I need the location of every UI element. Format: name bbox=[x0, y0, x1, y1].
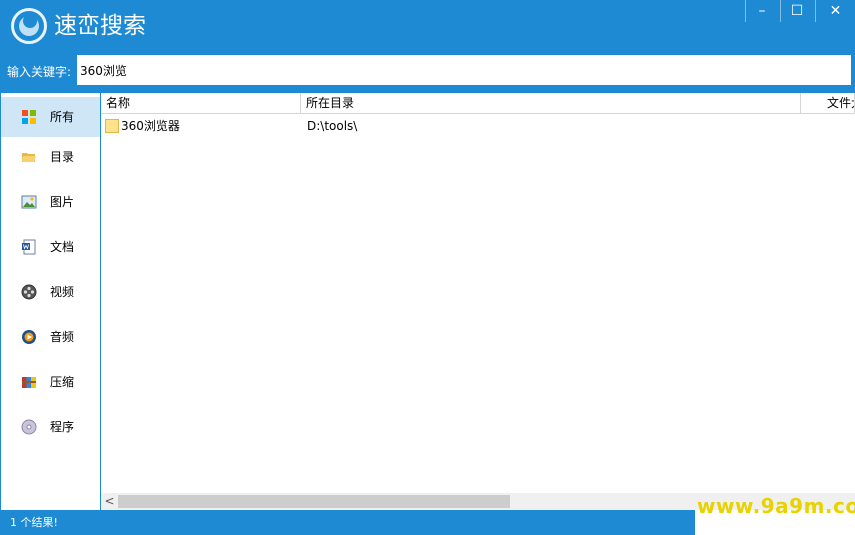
app-logo-icon bbox=[11, 8, 47, 44]
column-header-name[interactable]: 名称 bbox=[101, 93, 301, 113]
video-icon bbox=[21, 284, 37, 300]
column-header-directory[interactable]: 所在目录 bbox=[301, 93, 801, 113]
result-directory: D:\tools\ bbox=[307, 119, 358, 133]
sidebar-item-label: 视频 bbox=[50, 285, 75, 299]
sidebar-item-label: 文档 bbox=[50, 240, 75, 254]
sidebar-item-label: 压缩 bbox=[50, 375, 75, 389]
results-header: 名称 所在目录 文件大 bbox=[101, 93, 855, 114]
sidebar-item-label: 图片 bbox=[50, 195, 75, 209]
sidebar-item-program[interactable]: 程序 bbox=[1, 407, 100, 447]
close-button[interactable]: ✕ bbox=[815, 0, 855, 22]
maximize-button[interactable]: ☐ bbox=[780, 0, 813, 22]
document-icon bbox=[22, 239, 36, 255]
app-title: 速峦搜索 bbox=[54, 13, 146, 39]
sidebar-item-folder[interactable]: 目录 bbox=[1, 137, 100, 177]
all-icon bbox=[22, 110, 36, 124]
search-label: 输入关键字: bbox=[7, 65, 72, 79]
sidebar-item-audio[interactable]: 音频 bbox=[1, 317, 100, 357]
sidebar-item-archive[interactable]: 压缩 bbox=[1, 362, 100, 402]
image-icon bbox=[21, 195, 37, 209]
scroll-left-icon[interactable]: < bbox=[101, 493, 118, 510]
sidebar-item-label: 所有 bbox=[50, 110, 75, 124]
status-bar: 1 个结果! bbox=[0, 510, 695, 535]
table-row[interactable]: 360浏览器 D:\tools\ bbox=[101, 117, 855, 135]
result-name: 360浏览器 bbox=[121, 119, 180, 133]
minimize-button[interactable]: – bbox=[745, 0, 778, 22]
sidebar-item-all[interactable]: 所有 bbox=[1, 97, 100, 137]
sidebar-item-image[interactable]: 图片 bbox=[1, 182, 100, 222]
sidebar-item-label: 音频 bbox=[50, 330, 75, 344]
scrollbar-thumb[interactable] bbox=[118, 495, 510, 508]
sidebar-item-label: 目录 bbox=[50, 150, 75, 164]
search-bar: 输入关键字: bbox=[0, 55, 855, 93]
audio-icon bbox=[22, 330, 36, 344]
sidebar-item-video[interactable]: 视频 bbox=[1, 272, 100, 312]
watermark: www.9a9m.com bbox=[697, 494, 855, 518]
column-header-size[interactable]: 文件大 bbox=[801, 93, 855, 113]
sidebar: 所有 目录 图片 文档 视频 音频 压缩 程序 bbox=[0, 93, 101, 510]
title-bar: 速峦搜索 – ☐ ✕ bbox=[0, 0, 855, 55]
folder-icon bbox=[105, 119, 119, 133]
status-text: 1 个结果! bbox=[10, 516, 58, 529]
results-panel: 名称 所在目录 文件大 360浏览器 D:\tools\ < bbox=[101, 93, 855, 510]
archive-icon bbox=[22, 377, 36, 388]
program-icon bbox=[21, 419, 37, 435]
sidebar-item-document[interactable]: 文档 bbox=[1, 227, 100, 267]
folder-icon bbox=[22, 153, 36, 162]
search-input[interactable] bbox=[77, 55, 851, 85]
sidebar-item-label: 程序 bbox=[50, 420, 75, 434]
